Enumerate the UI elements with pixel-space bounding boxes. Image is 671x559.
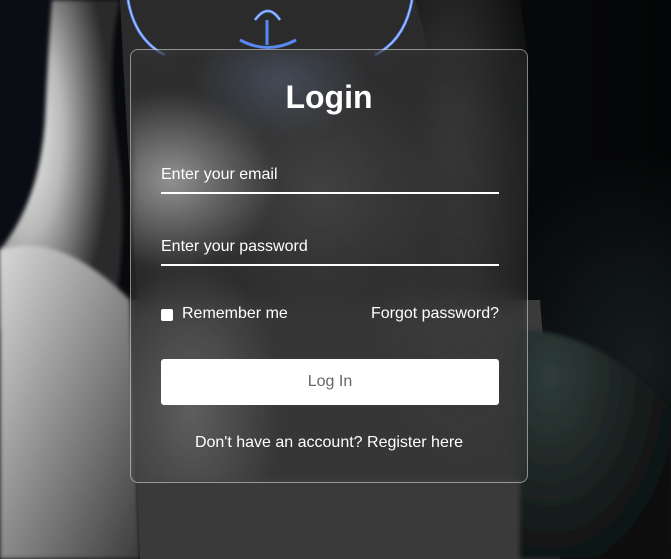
login-title: Login xyxy=(285,79,373,115)
remember-me-checkbox[interactable]: Remember me xyxy=(161,305,288,323)
register-link[interactable]: Register here xyxy=(367,434,463,451)
forgot-password-link[interactable]: Forgot password? xyxy=(371,305,499,323)
login-card: Login Remember me Forgot password? Log I… xyxy=(130,49,528,483)
form-options: Remember me Forgot password? xyxy=(161,304,499,326)
email-field xyxy=(161,152,499,194)
login-button[interactable]: Log In xyxy=(161,359,499,405)
register-prompt: Don't have an account? Register here xyxy=(131,434,527,452)
remember-me-label: Remember me xyxy=(182,305,288,322)
register-prompt-text: Don't have an account? xyxy=(194,434,363,451)
password-input[interactable] xyxy=(161,238,499,256)
password-field xyxy=(161,224,499,266)
email-input[interactable] xyxy=(161,166,499,184)
checkbox-icon[interactable] xyxy=(161,308,173,321)
